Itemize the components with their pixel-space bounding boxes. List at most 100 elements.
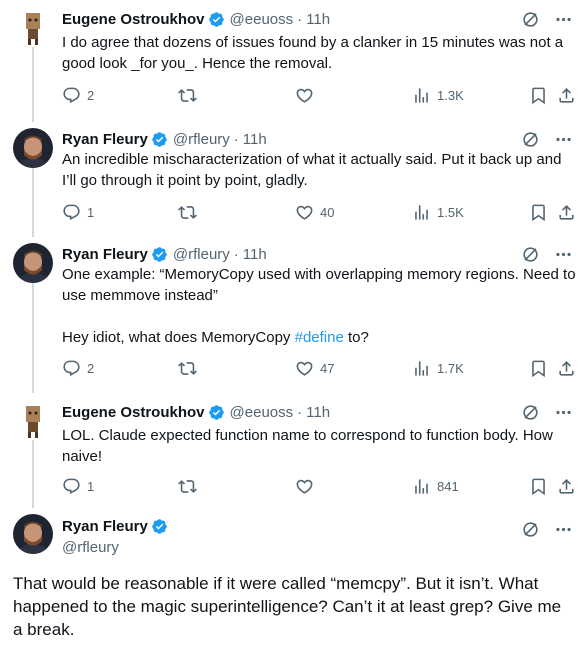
bookmark-icon [529, 477, 548, 496]
timestamp[interactable]: 11h [243, 131, 267, 148]
tweet-top-icons [521, 402, 573, 422]
views-button[interactable]: 1.7K [412, 358, 464, 378]
retweet-icon [178, 203, 197, 222]
timestamp[interactable]: 11h [306, 404, 330, 421]
grok-icon[interactable] [521, 245, 540, 264]
reply-button[interactable]: 2 [62, 358, 94, 378]
bookmark-button[interactable] [529, 85, 548, 105]
reply-count: 2 [87, 360, 95, 376]
handle[interactable]: @eeuoss [230, 404, 294, 421]
like-count: 40 [320, 204, 335, 220]
views-icon [412, 203, 431, 222]
more-icon[interactable] [554, 520, 573, 539]
view-count: 841 [437, 478, 459, 494]
separator: · [297, 10, 303, 28]
timestamp[interactable]: 11h [243, 246, 267, 263]
verified-badge-icon [208, 404, 225, 421]
grok-icon[interactable] [521, 10, 540, 29]
verified-badge-icon [151, 246, 168, 263]
grok-icon[interactable] [521, 130, 540, 149]
display-name[interactable]: Ryan Fleury [62, 131, 148, 148]
display-name[interactable]: Eugene Ostroukhov [62, 11, 205, 28]
tweet-text-line-2: Hey idiot, what does MemoryCopy #define … [62, 327, 578, 348]
handle[interactable]: @rfleury [173, 246, 230, 263]
tweet-top-icons [521, 129, 573, 149]
verified-badge-icon [208, 11, 225, 28]
grok-icon[interactable] [521, 520, 540, 539]
separator: · [297, 403, 303, 421]
bookmark-button[interactable] [529, 476, 548, 496]
share-icon [557, 86, 576, 105]
share-icon [557, 477, 576, 496]
bookmark-button[interactable] [529, 202, 548, 222]
reply-button[interactable]: 1 [62, 476, 94, 496]
avatar[interactable] [13, 128, 53, 168]
thread-line [32, 440, 34, 508]
display-name[interactable]: Eugene Ostroukhov [62, 404, 205, 421]
tweet-1[interactable]: Eugene Ostroukhov @eeuoss · 11h I do agr… [0, 0, 583, 122]
reply-icon [62, 359, 81, 378]
display-name[interactable]: Ryan Fleury [62, 518, 148, 535]
handle[interactable]: @eeuoss [230, 11, 294, 28]
like-button[interactable] [295, 476, 320, 496]
focus-tweet-text: That would be reasonable if it were call… [13, 574, 562, 639]
tweet-4[interactable]: Eugene Ostroukhov @eeuoss · 11h LOL. Cla… [0, 393, 583, 508]
tweet-2[interactable]: Ryan Fleury @rfleury · 11h An incredible… [0, 122, 583, 237]
handle[interactable]: @rfleury [173, 131, 230, 148]
tweet-top-icons [521, 519, 573, 539]
share-button[interactable] [557, 202, 576, 222]
share-icon [557, 359, 576, 378]
avatar[interactable] [13, 514, 53, 554]
reply-button[interactable]: 2 [62, 85, 94, 105]
grok-icon[interactable] [521, 403, 540, 422]
views-icon [412, 477, 431, 496]
avatar[interactable] [13, 243, 53, 283]
tweet-actions: 2 47 1.7K [62, 358, 578, 378]
tweet-text: LOL. Claude expected function name to co… [62, 427, 553, 465]
more-icon[interactable] [554, 10, 573, 29]
tweet-text-line-1: One example: “MemoryCopy used with overl… [62, 266, 576, 304]
retweet-button[interactable] [178, 358, 197, 378]
more-icon[interactable] [554, 403, 573, 422]
like-button[interactable]: 40 [295, 202, 334, 222]
bookmark-icon [529, 86, 548, 105]
reply-icon [62, 86, 81, 105]
like-count: 47 [320, 360, 335, 376]
tweet-actions: 1 40 1.5K [62, 202, 578, 222]
more-icon[interactable] [554, 245, 573, 264]
views-button[interactable]: 1.5K [412, 202, 464, 222]
handle[interactable]: @rfleury [62, 539, 119, 556]
reply-button[interactable]: 1 [62, 202, 94, 222]
bookmark-icon [529, 203, 548, 222]
retweet-button[interactable] [178, 85, 197, 105]
reply-icon [62, 203, 81, 222]
views-button[interactable]: 1.3K [412, 85, 464, 105]
view-count: 1.3K [437, 87, 464, 103]
like-button[interactable]: 47 [295, 358, 334, 378]
share-button[interactable] [557, 476, 576, 496]
tweet-top-icons [521, 9, 573, 29]
share-button[interactable] [557, 358, 576, 378]
display-name[interactable]: Ryan Fleury [62, 246, 148, 263]
retweet-icon [178, 477, 197, 496]
retweet-button[interactable] [178, 202, 197, 222]
text-segment: to? [343, 329, 369, 346]
reply-count: 1 [87, 478, 95, 494]
retweet-button[interactable] [178, 476, 197, 496]
separator: · [233, 245, 239, 263]
share-button[interactable] [557, 85, 576, 105]
views-button[interactable]: 841 [412, 476, 459, 496]
avatar[interactable] [13, 7, 53, 47]
tweet-text: An incredible mischaracterization of wha… [62, 151, 562, 189]
tweet-text: I do agree that dozens of issues found b… [62, 34, 564, 72]
focus-name-row: Ryan Fleury [62, 518, 168, 535]
like-button[interactable] [295, 85, 320, 105]
more-icon[interactable] [554, 130, 573, 149]
retweet-icon [178, 359, 197, 378]
timestamp[interactable]: 11h [306, 11, 330, 28]
focused-tweet[interactable]: Ryan Fleury @rfleury That would be reaso… [0, 508, 583, 647]
hashtag-link[interactable]: #define [295, 329, 344, 346]
avatar[interactable] [13, 400, 53, 440]
tweet-3[interactable]: Ryan Fleury @rfleury · 11h One example: … [0, 237, 583, 393]
bookmark-button[interactable] [529, 358, 548, 378]
